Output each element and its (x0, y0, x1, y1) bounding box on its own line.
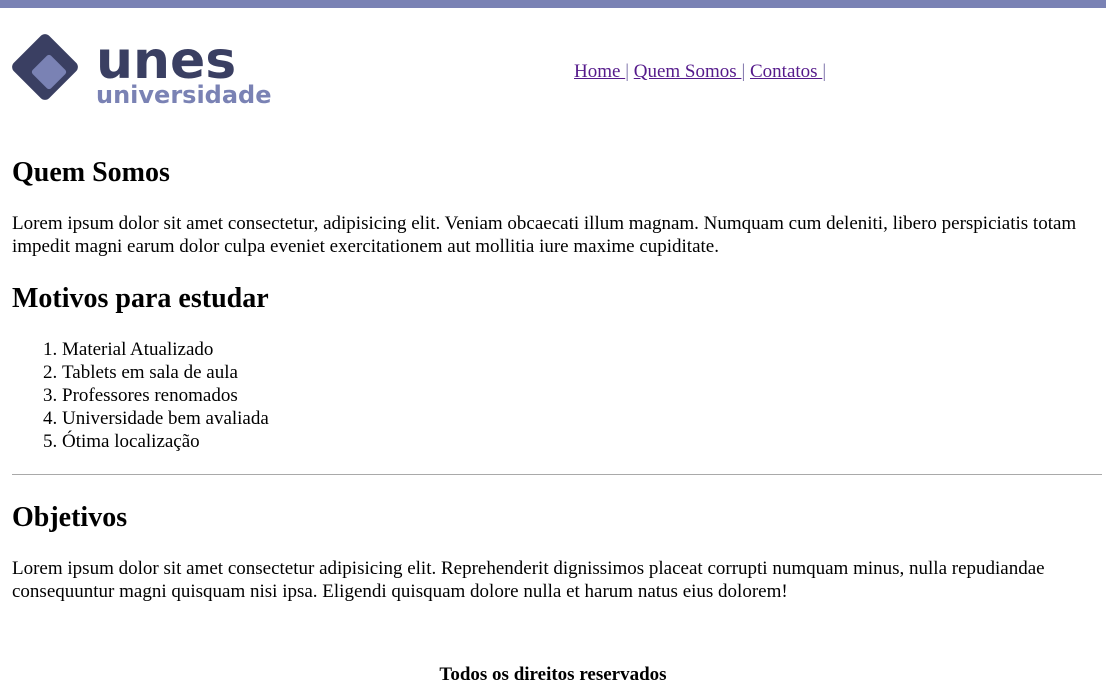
main-content: Quem Somos Lorem ipsum dolor sit amet co… (12, 150, 1102, 603)
logo-graphic: unes universidade (12, 34, 272, 106)
site-header: unes universidade Home | Quem Somos | Co… (12, 34, 1106, 106)
reasons-list: Material Atualizado Tablets em sala de a… (12, 338, 1102, 453)
nav-separator: | (822, 61, 827, 82)
main-nav: Home | Quem Somos | Contatos | (574, 61, 826, 83)
heading-motivos: Motivos para estudar (12, 283, 269, 314)
heading-objetivos: Objetivos (12, 502, 128, 533)
unes-logo[interactable]: unes universidade (12, 34, 282, 106)
nav-link-contatos[interactable]: Contatos (750, 61, 822, 82)
nav-separator: | (741, 61, 746, 82)
paragraph-quem-somos: Lorem ipsum dolor sit amet consectetur, … (12, 213, 1077, 257)
heading-quem-somos: Quem Somos (12, 157, 170, 188)
top-accent-bar (0, 0, 1106, 8)
nav-link-home[interactable]: Home (574, 61, 625, 82)
nav-link-quem-somos[interactable]: Quem Somos (634, 61, 742, 82)
nav-separator: | (625, 61, 629, 82)
list-item: Tablets em sala de aula (62, 361, 1102, 384)
list-item: Material Atualizado (62, 338, 1102, 361)
logo-subword: universidade (96, 81, 272, 106)
list-item: Universidade bem avaliada (62, 407, 1102, 430)
paragraph-objetivos: Lorem ipsum dolor sit amet consectetur a… (12, 558, 1045, 602)
footer-copyright: Todos os direitos reservados (439, 664, 667, 685)
list-item: Professores renomados (62, 384, 1102, 407)
list-item: Ótima localização (62, 430, 1102, 453)
divider (12, 474, 1102, 475)
